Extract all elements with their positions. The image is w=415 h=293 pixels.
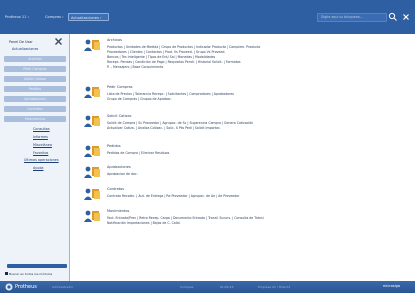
sidebar-footer: Buscar en todos los módulos bbox=[0, 260, 70, 281]
breadcrumb-protheus[interactable]: Protheus 11 › bbox=[5, 13, 43, 21]
pin-icon[interactable] bbox=[54, 37, 63, 46]
status-date: 01/01/15 bbox=[220, 285, 234, 289]
sidebar-link-ayuda[interactable]: Ayuda bbox=[33, 166, 43, 170]
status-module: Compras bbox=[180, 285, 194, 289]
sidebar-link-informes[interactable]: Informes bbox=[33, 135, 48, 139]
section-links-row[interactable]: Recepc. Pendas | Condición de Pago | Req… bbox=[107, 60, 241, 64]
sidebar-item-pedidos[interactable]: Pedidos bbox=[4, 86, 66, 92]
top-bar: Protheus 11 › Compras › Actualizaciones … bbox=[0, 0, 415, 34]
microsiga-label: microsiga bbox=[383, 284, 400, 288]
status-company: Empresa 01 / Filial 01 bbox=[258, 285, 291, 289]
section-links-row[interactable]: Pedidos de Compra | Eliminar Residuos bbox=[107, 151, 169, 155]
folder-person-icon bbox=[84, 86, 100, 98]
main-content: Archivos Productos | Unidades de Medida … bbox=[71, 34, 415, 281]
section-title: Aprobaciones bbox=[107, 165, 131, 169]
section-links-row[interactable]: Notificación Importaciones | Bajas de C.… bbox=[107, 221, 181, 225]
folder-person-icon bbox=[84, 115, 100, 127]
folder-person-icon bbox=[84, 39, 100, 51]
section-links-row[interactable]: Solicit de Compra | Sc Proveedor | Agrup… bbox=[107, 121, 253, 125]
section-links-row[interactable]: Bancos | Tes Inteligente | Tipos de Ent/… bbox=[107, 55, 215, 59]
search-all-modules-checkbox[interactable] bbox=[5, 272, 8, 275]
section-title: Solicit Cotizac bbox=[107, 114, 132, 118]
sidebar: Panel De Usar Actualizaciones Archivos P… bbox=[0, 34, 70, 281]
section-title: Contratos bbox=[107, 187, 125, 191]
close-icon[interactable] bbox=[401, 12, 411, 22]
search-input[interactable]: Digite aquí su búsqueda... bbox=[317, 13, 387, 22]
breadcrumb-compras[interactable]: Compras › bbox=[45, 13, 69, 21]
folder-person-icon bbox=[84, 145, 100, 157]
sidebar-subtitle[interactable]: Actualizaciones bbox=[12, 47, 38, 51]
status-user: Administrador bbox=[52, 285, 74, 289]
sidebar-item-contratos[interactable]: Contratos bbox=[4, 106, 66, 112]
search-icon[interactable] bbox=[388, 12, 398, 22]
brand-label: Protheus bbox=[15, 284, 37, 290]
sidebar-item-movimientos[interactable]: Movimientos bbox=[4, 116, 66, 122]
sidebar-item-pedir-compras[interactable]: Pedir Compras bbox=[4, 66, 66, 72]
folder-person-icon bbox=[84, 188, 100, 200]
section-links-row[interactable]: P. – Mensajero | Base Conocimiento bbox=[107, 65, 163, 69]
folder-person-icon bbox=[84, 166, 100, 178]
sidebar-item-solicit-cotizac[interactable]: Solicit Cotizac bbox=[4, 76, 66, 82]
section-links-row[interactable]: Proveedores | Clientes | Contactos | Pro… bbox=[107, 50, 225, 54]
sidebar-link-consultas[interactable]: Consultas bbox=[33, 127, 50, 131]
section-links-row[interactable]: Contrato Recolec. | Aut. de Entrega | Re… bbox=[107, 194, 239, 198]
section-title: Pedir Compras bbox=[107, 85, 133, 89]
section-links-row[interactable]: Productos | Unidades de Medida | Grupo d… bbox=[107, 45, 260, 49]
sidebar-link-favoritos[interactable]: Favoritos bbox=[33, 151, 48, 155]
section-title: Pedidos bbox=[107, 144, 121, 148]
sidebar-title: Panel De Usar bbox=[9, 40, 33, 44]
section-links-row[interactable]: Grupo de Compras | Grupos de Aprobac. bbox=[107, 97, 172, 101]
section-links-row[interactable]: Actualizar Cotiza. | Analiza Cotizac. | … bbox=[107, 126, 221, 130]
section-links-row[interactable]: Aprobacion de doc. bbox=[107, 172, 138, 176]
folder-person-icon bbox=[84, 210, 100, 222]
sidebar-link-miscelanea[interactable]: Miscelánea bbox=[33, 143, 52, 147]
section-title: Movimientos bbox=[107, 209, 130, 213]
protheus-logo-icon bbox=[5, 283, 13, 291]
sidebar-item-archivos[interactable]: Archivos bbox=[4, 56, 66, 62]
sidebar-link-ultimas-operaciones[interactable]: Últimas operaciones bbox=[24, 158, 59, 162]
section-links-row[interactable]: Fact. Entrada/Prev | Retro Recep. Carga … bbox=[107, 216, 264, 220]
module-search-bar[interactable] bbox=[7, 264, 67, 268]
search-all-modules-label: Buscar en todos los módulos bbox=[9, 272, 53, 276]
status-bar: Protheus Administrador Compras 01/01/15 … bbox=[0, 281, 415, 293]
section-links-row[interactable]: Lista de Precios | Tolerancia Recepc. | … bbox=[107, 92, 234, 96]
breadcrumb-actualizaciones[interactable]: Actualizaciones › bbox=[68, 13, 109, 21]
sidebar-item-aprobaciones[interactable]: Aprobaciones bbox=[4, 96, 66, 102]
section-title: Archivos bbox=[107, 38, 122, 42]
